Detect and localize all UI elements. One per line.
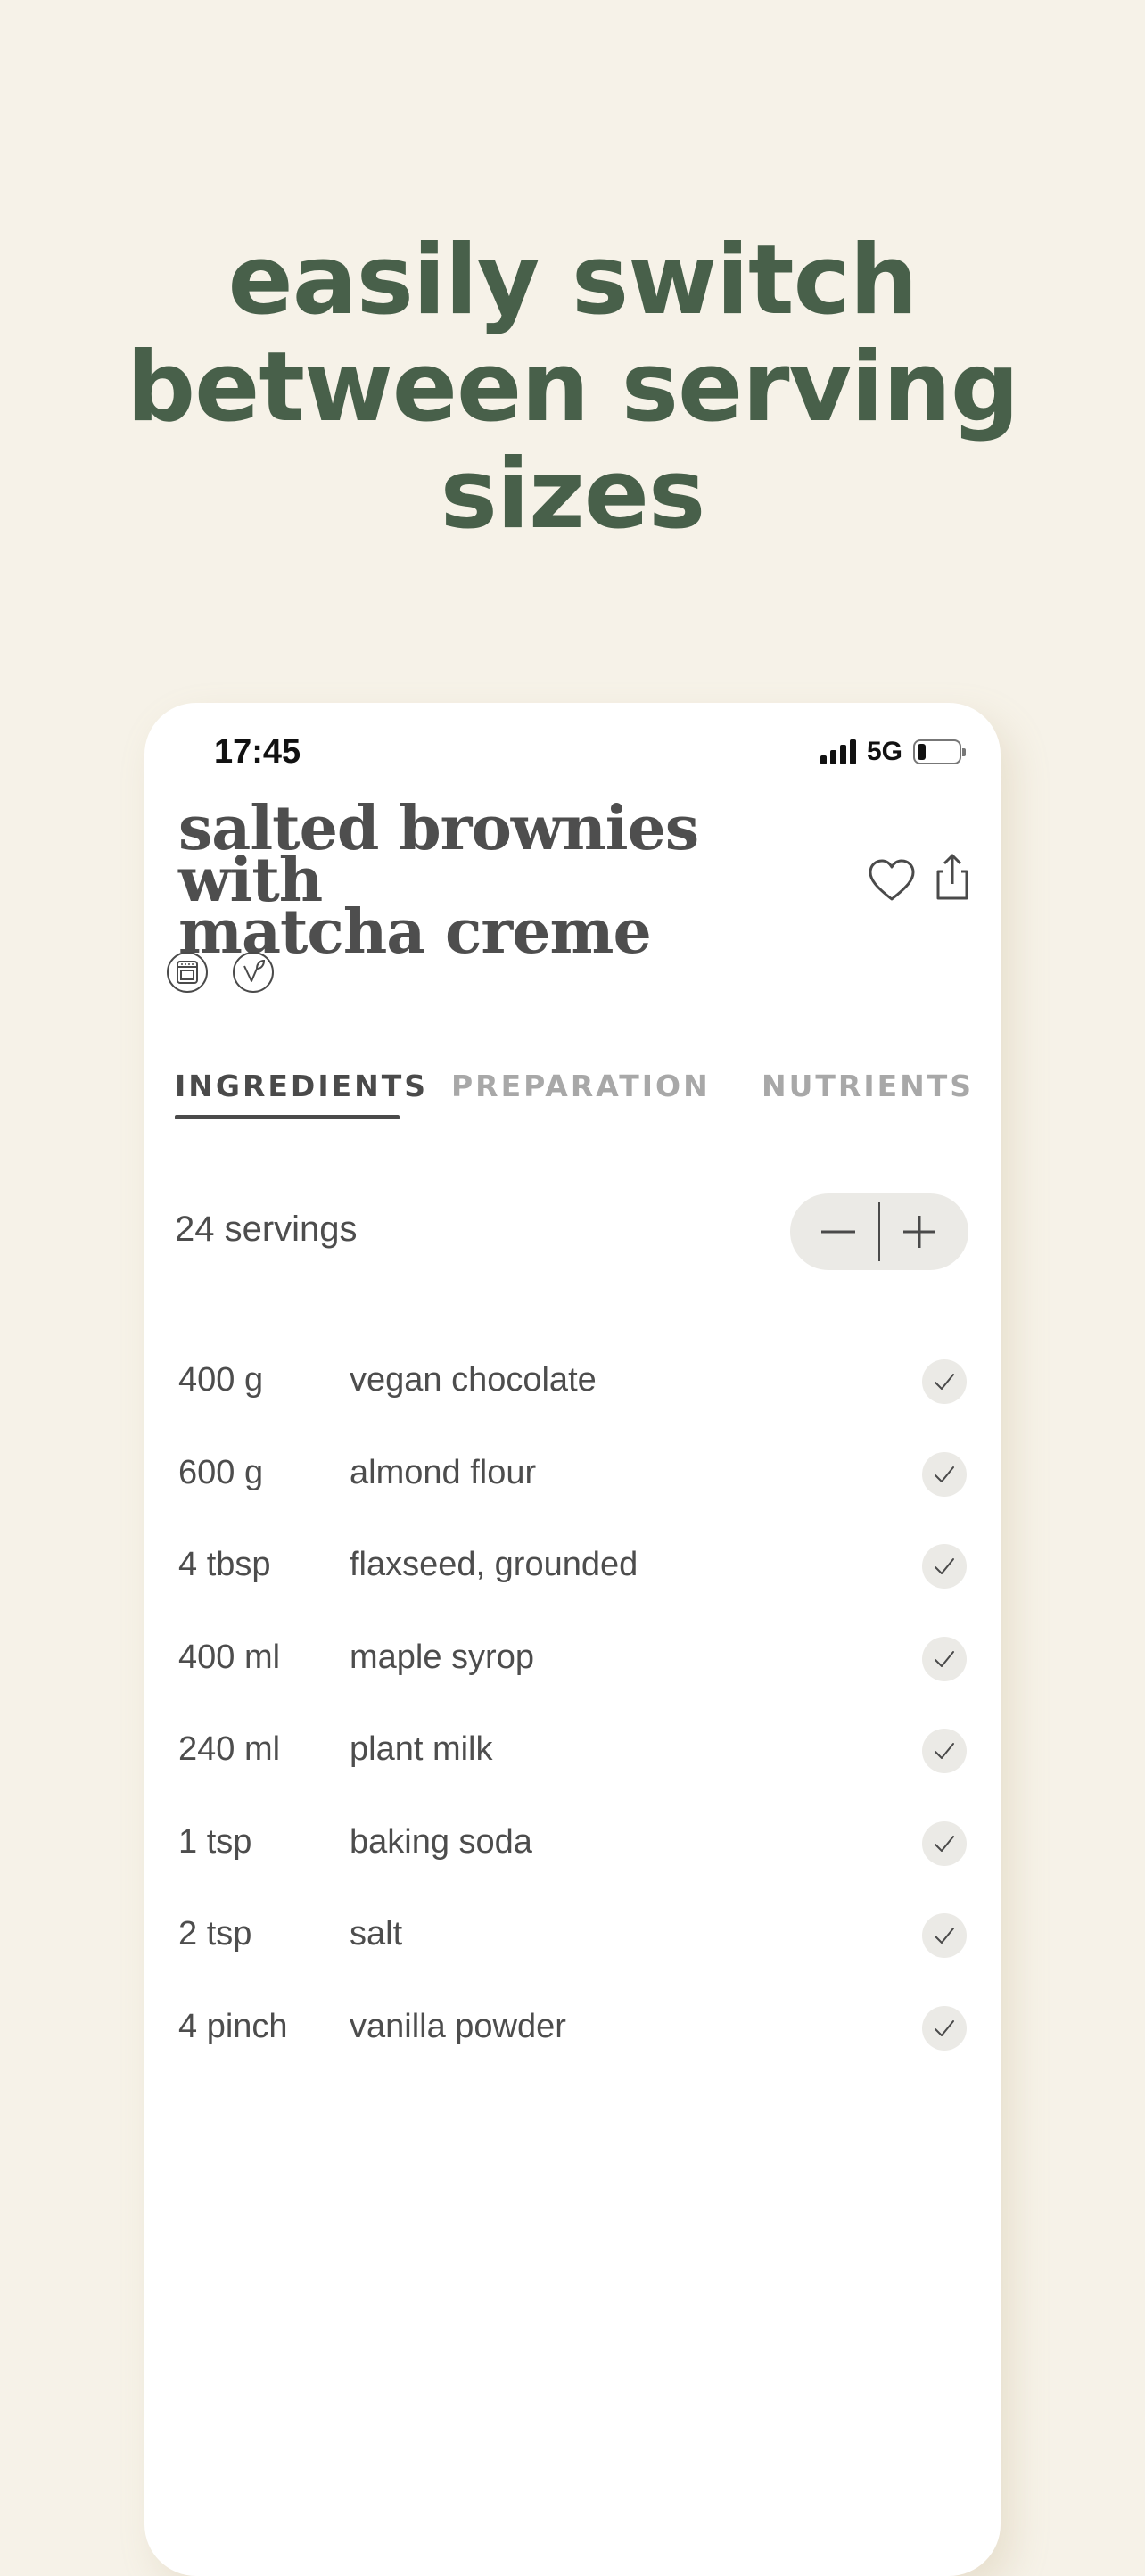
oven-icon [166, 951, 209, 994]
status-time: 17:45 [214, 733, 301, 771]
marketing-headline: easily switch between serving sizes [0, 227, 1145, 549]
check-icon[interactable] [922, 2005, 967, 2051]
battery-level [918, 744, 926, 760]
ingredient-amount: 400 g [178, 1361, 264, 1399]
check-icon[interactable] [922, 1359, 967, 1404]
decrease-servings-button[interactable] [790, 1193, 878, 1270]
headline-line-1: easily switch [227, 225, 918, 336]
phone-screen: 17:45 5G salted brownies with matcha cre… [144, 703, 1001, 2576]
ingredient-amount: 1 tsp [178, 1822, 252, 1861]
check-icon[interactable] [922, 1636, 967, 1681]
tab-ingredients[interactable]: INGREDIENTS [175, 1069, 428, 1103]
check-icon[interactable] [922, 1451, 967, 1497]
network-label: 5G [866, 737, 902, 766]
ingredient-row: 4 pinch vanilla powder [144, 1992, 1001, 2063]
plus-icon [903, 1216, 935, 1248]
ingredient-name: almond flour [350, 1453, 537, 1491]
heart-icon[interactable] [865, 855, 918, 908]
ingredient-row: 400 g vegan chocolate [144, 1345, 1001, 1416]
headline-line-3: sizes [440, 439, 706, 550]
ingredient-amount: 600 g [178, 1453, 264, 1491]
active-tab-indicator [175, 1115, 400, 1119]
increase-servings-button[interactable] [880, 1193, 968, 1270]
ingredient-amount: 2 tsp [178, 1915, 252, 1953]
check-icon[interactable] [922, 1729, 967, 1773]
servings-stepper [790, 1193, 968, 1270]
headline-line-2: between serving [126, 332, 1019, 443]
ingredient-name: maple syrop [350, 1638, 534, 1676]
status-indicators: 5G [820, 737, 966, 767]
tab-preparation[interactable]: PREPARATION [451, 1069, 711, 1103]
ingredient-row: 4 tbsp flaxseed, grounded [144, 1530, 1001, 1601]
recipe-title-line-1: salted brownies with [178, 793, 699, 916]
ingredient-row: 400 ml maple syrop [144, 1622, 1001, 1694]
ingredient-amount: 4 pinch [178, 2007, 288, 2045]
recipe-tabs: INGREDIENTS PREPARATION NUTRIENTS [144, 1069, 1001, 1122]
battery-icon [913, 739, 966, 764]
signal-icon [820, 739, 856, 764]
ingredient-row: 240 ml plant milk [144, 1714, 1001, 1786]
ingredient-row: 2 tsp salt [144, 1899, 1001, 1970]
servings-label: 24 servings [175, 1210, 358, 1249]
check-icon[interactable] [922, 1913, 967, 1958]
recipe-title: salted brownies with matcha creme [178, 793, 838, 968]
ingredient-amount: 4 tbsp [178, 1546, 271, 1583]
ingredient-name: baking soda [350, 1822, 532, 1861]
ingredient-name: plant milk [350, 1730, 493, 1768]
ingredient-amount: 400 ml [178, 1638, 281, 1676]
ingredient-name: vegan chocolate [350, 1361, 597, 1399]
check-icon[interactable] [922, 1544, 967, 1589]
share-icon[interactable] [926, 850, 979, 904]
ingredient-row: 600 g almond flour [144, 1438, 1001, 1509]
tab-nutrients[interactable]: NUTRIENTS [762, 1069, 974, 1103]
ingredient-row: 1 tsp baking soda [144, 1807, 1001, 1878]
ingredient-name: vanilla powder [350, 2007, 566, 2045]
vegan-icon [232, 951, 275, 994]
check-icon[interactable] [922, 1821, 967, 1866]
recipe-title-line-2: matcha creme [178, 896, 652, 968]
ingredient-name: flaxseed, grounded [350, 1546, 638, 1583]
ingredient-name: salt [350, 1915, 403, 1953]
minus-icon [821, 1230, 855, 1234]
ingredient-amount: 240 ml [178, 1730, 281, 1768]
